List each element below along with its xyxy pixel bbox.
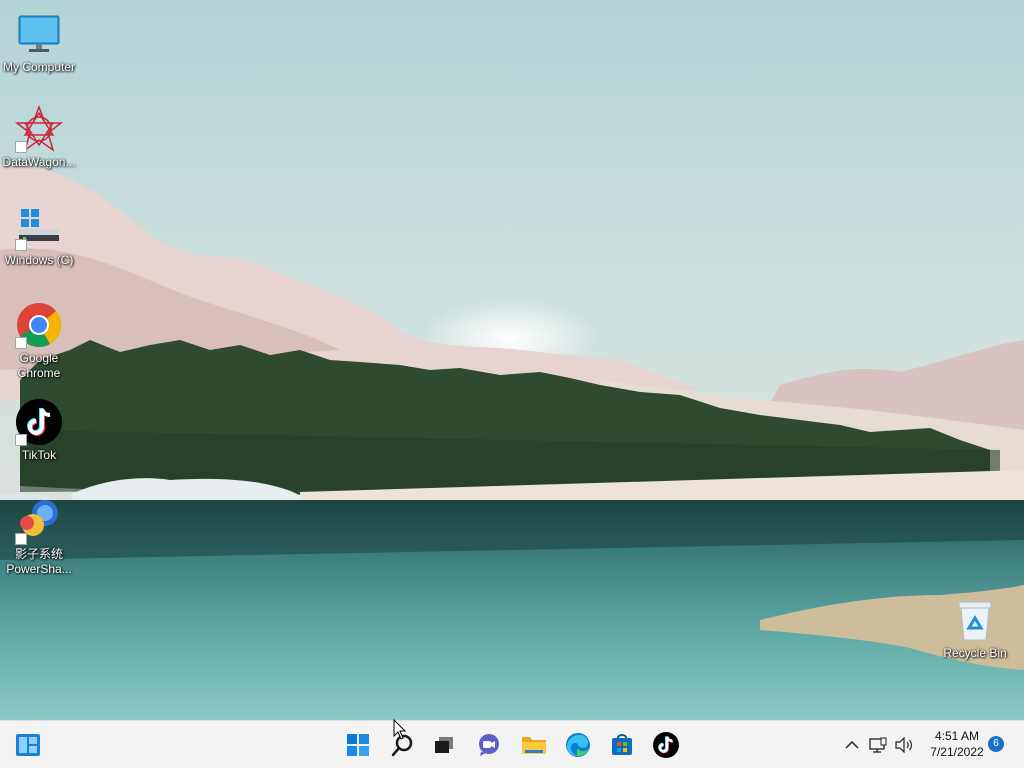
mouse-pointer-icon xyxy=(393,719,407,740)
computer-icon xyxy=(15,10,63,58)
desktop-icon-label: Google Chrome xyxy=(17,351,61,380)
clock-date: 7/21/2022 xyxy=(930,745,984,759)
desktop-icon-label: My Computer xyxy=(2,60,76,74)
drive-icon xyxy=(15,203,63,251)
speaker-icon xyxy=(895,737,912,753)
taskbar: 4:51 AM 7/21/2022 xyxy=(0,720,1024,768)
desktop-icon-label: DataWagon... xyxy=(2,155,76,169)
volume-button[interactable] xyxy=(886,725,922,765)
file-explorer-button[interactable] xyxy=(514,725,554,765)
desktop[interactable]: My Computer DataWagon... Windows (C) Goo… xyxy=(0,0,1024,720)
tiktok-icon xyxy=(653,732,679,758)
powershadow-icon xyxy=(15,497,63,545)
edge-icon xyxy=(566,733,590,757)
folder-icon xyxy=(522,737,546,754)
chat-button[interactable] xyxy=(469,725,509,765)
desktop-icon-google-chrome[interactable]: Google Chrome xyxy=(0,301,78,381)
desktop-icon-label: TikTok xyxy=(21,448,57,462)
widgets-icon xyxy=(16,734,40,756)
clock-time: 4:51 AM xyxy=(934,729,980,743)
desktop-icon-windows-c[interactable]: Windows (C) xyxy=(0,203,78,268)
shortcut-arrow-icon xyxy=(15,239,27,251)
chrome-icon xyxy=(15,301,63,349)
desktop-icon-powershadow[interactable]: 影子系统 PowerSha... xyxy=(0,497,78,577)
chevron-up-icon xyxy=(845,740,859,749)
microsoft-store-button[interactable] xyxy=(602,725,642,765)
shortcut-arrow-icon xyxy=(15,141,27,153)
desktop-icon-label: Recycle Bin xyxy=(943,646,1007,660)
windows-logo-icon xyxy=(347,734,369,756)
recycle-bin-icon xyxy=(951,596,999,644)
tiktok-taskbar-button[interactable] xyxy=(646,725,686,765)
clock[interactable]: 4:51 AM 7/21/2022 xyxy=(922,727,992,763)
tiktok-icon xyxy=(15,398,63,446)
shortcut-arrow-icon xyxy=(15,337,27,349)
desktop-icon-recycle-bin[interactable]: Recycle Bin xyxy=(936,596,1014,661)
widgets-button[interactable] xyxy=(8,725,48,765)
start-button[interactable] xyxy=(338,725,378,765)
desktop-icon-tiktok[interactable]: TikTok xyxy=(0,398,78,463)
network-icon xyxy=(869,737,887,753)
shortcut-arrow-icon xyxy=(15,434,27,446)
store-icon xyxy=(612,734,632,755)
shortcut-arrow-icon xyxy=(15,533,27,545)
desktop-icon-label: 影子系统 PowerSha... xyxy=(6,547,72,576)
desktop-icon-my-computer[interactable]: My Computer xyxy=(0,10,78,75)
task-view-button[interactable] xyxy=(424,725,464,765)
desktop-icon-datawagon[interactable]: DataWagon... xyxy=(0,105,78,170)
desktop-icon-label: Windows (C) xyxy=(4,253,74,267)
task-view-icon xyxy=(435,737,453,753)
chat-icon xyxy=(479,734,499,756)
datawagon-icon xyxy=(15,105,63,153)
edge-button[interactable] xyxy=(558,725,598,765)
wallpaper xyxy=(0,0,1024,720)
notification-badge[interactable]: 6 xyxy=(988,736,1004,752)
